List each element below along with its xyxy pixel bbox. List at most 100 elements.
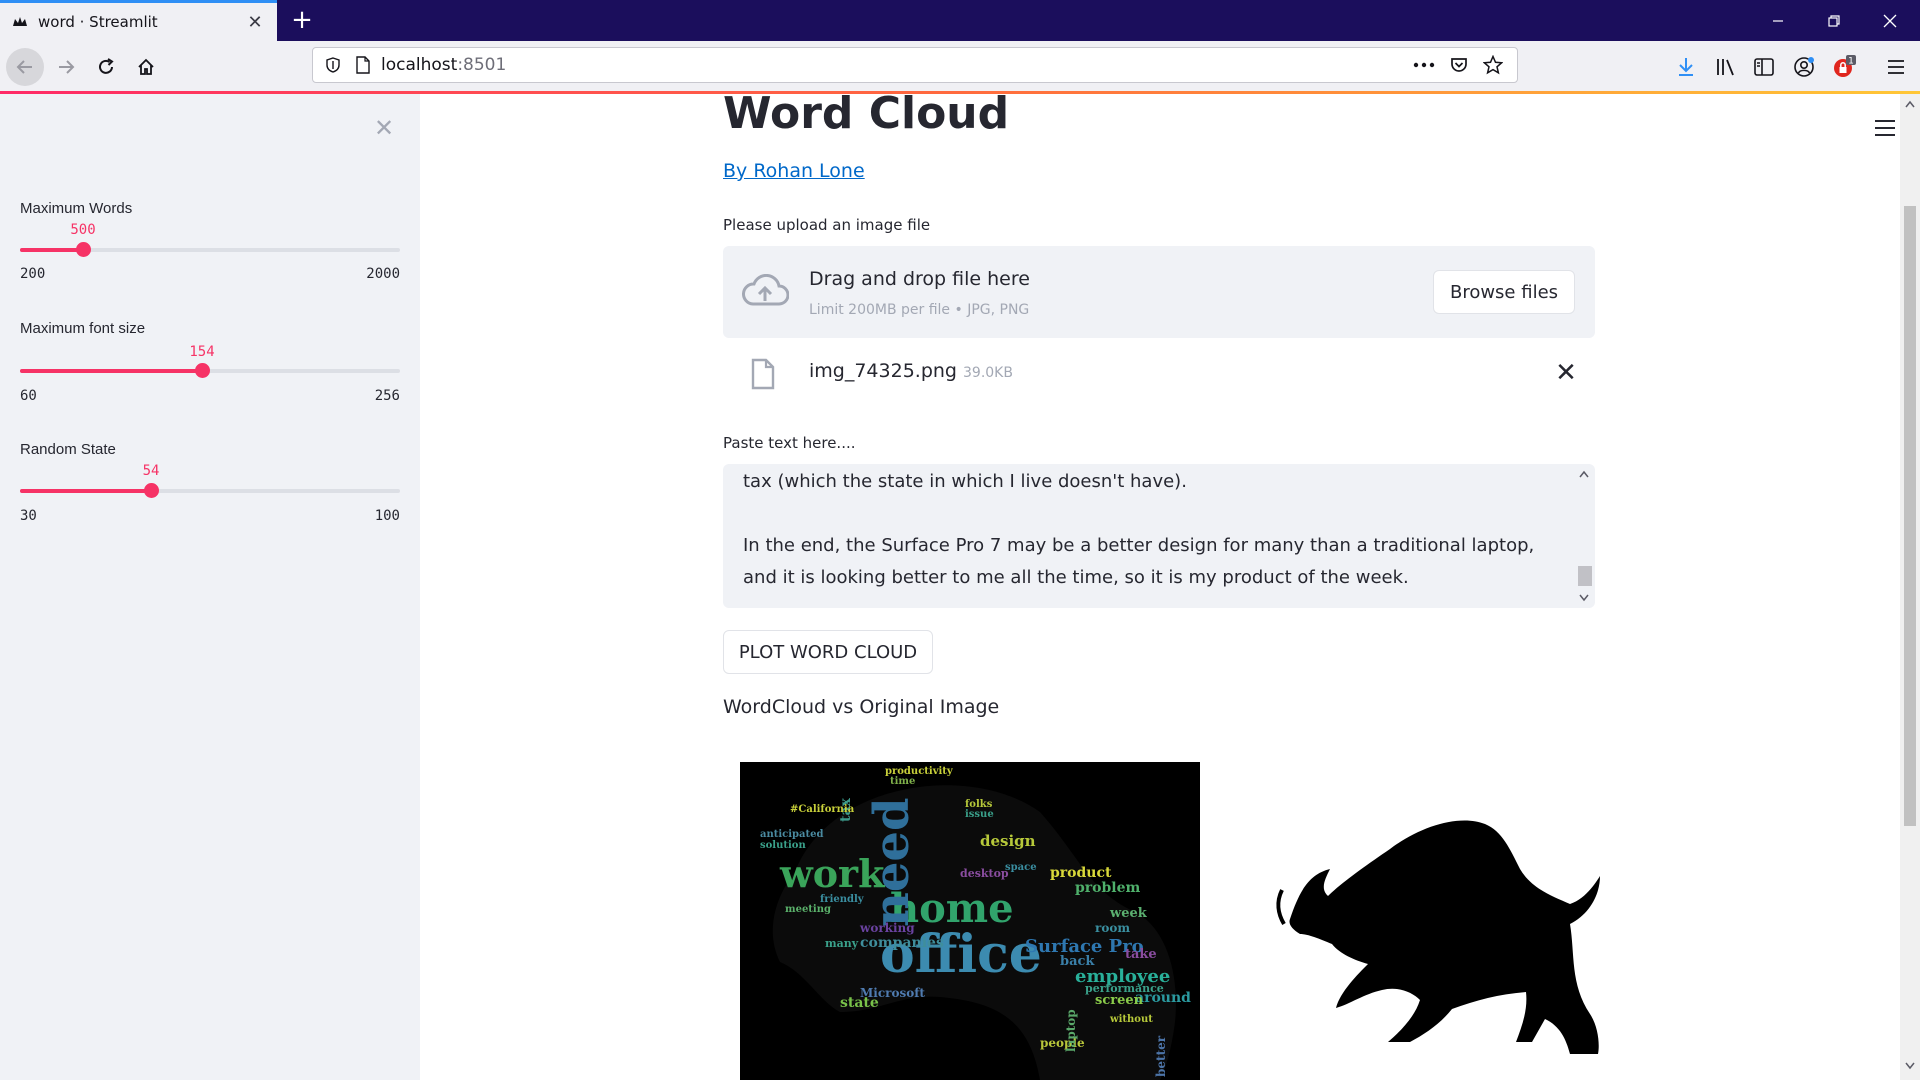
plot-word-cloud-button[interactable]: PLOT WORD CLOUD (723, 630, 933, 674)
cloud-word: friendly (820, 894, 865, 905)
library-icon[interactable] (1708, 51, 1744, 83)
download-icon[interactable] (1668, 51, 1704, 83)
slider-min: 200 (20, 266, 46, 282)
cloud-word: Microsoft (860, 986, 925, 1000)
tab-title: word · Streamlit (38, 13, 158, 31)
tab-close-icon[interactable]: ✕ (245, 12, 265, 33)
cloud-word: without (1109, 1014, 1153, 1025)
new-tab-icon[interactable]: + (288, 6, 316, 34)
cloud-word: meeting (785, 904, 831, 915)
app-menu-icon[interactable] (1875, 120, 1895, 141)
slider-max: 256 (374, 388, 400, 404)
slider-current-value: 154 (189, 344, 215, 360)
cloud-word: product (1050, 865, 1112, 881)
original-image (1270, 804, 1610, 1064)
extension-badge-count: 1 (1848, 57, 1854, 67)
cloud-word: take (1125, 947, 1157, 962)
browse-files-button[interactable]: Browse files (1433, 270, 1575, 314)
app-sidebar: ✕ Maximum Words 500 200 2000 Maximum fon… (0, 94, 420, 1080)
cloud-word: better (1154, 1035, 1168, 1077)
textarea-scroll-thumb[interactable] (1578, 566, 1592, 586)
slider-label: Maximum Words (20, 200, 133, 217)
slider-random-state: Random State 54 30 100 (20, 441, 400, 524)
back-icon[interactable] (6, 48, 44, 86)
cloud-word: many (825, 937, 859, 950)
slider-current-value: 500 (70, 222, 96, 238)
slider-min: 30 (20, 508, 37, 524)
slider-track[interactable] (20, 489, 400, 493)
file-size: 39.0KB (963, 365, 1013, 381)
streamlit-crown-icon (13, 17, 27, 26)
url-bar[interactable]: localhost:8501 (312, 47, 1518, 83)
slider-max-font-size: Maximum font size 154 60 256 (20, 320, 400, 404)
textarea-scrollbar[interactable] (1573, 464, 1595, 608)
slider-label: Random State (20, 441, 116, 458)
cloud-word: laptop (1064, 1009, 1078, 1052)
browser-tab-bar: word · Streamlit ✕ + (0, 0, 1920, 41)
slider-fill (20, 248, 83, 252)
restore-icon[interactable] (1806, 0, 1862, 41)
window-close-icon[interactable] (1862, 0, 1918, 41)
author-link[interactable]: By Rohan Lone (723, 160, 865, 182)
cloud-word: room (1095, 921, 1130, 935)
page-icon (356, 56, 370, 74)
slider-max: 100 (374, 508, 400, 524)
reload-icon[interactable] (88, 51, 124, 83)
cloud-word: #California (790, 804, 855, 815)
textarea-value[interactable]: tax (which the state in which I live doe… (743, 466, 1555, 594)
slider-thumb[interactable] (144, 483, 159, 498)
cloud-word: anticipated (760, 829, 824, 840)
scroll-up-icon[interactable] (1579, 470, 1589, 478)
url-text: localhost:8501 (381, 55, 506, 75)
slider-thumb[interactable] (76, 242, 91, 257)
cloud-word: back (1060, 954, 1095, 969)
sidebar-close-icon[interactable]: ✕ (372, 116, 396, 140)
dropzone-subtitle: Limit 200MB per file • JPG, PNG (809, 302, 1030, 318)
page-scroll-up-icon[interactable] (1905, 100, 1915, 108)
dropzone-title: Drag and drop file here (809, 268, 1030, 290)
cloud-word: people (1040, 1036, 1085, 1050)
slider-thumb[interactable] (195, 363, 210, 378)
browser-tab[interactable]: word · Streamlit ✕ (0, 0, 277, 41)
file-name-text: img_74325.png (809, 360, 957, 382)
page-scroll-thumb[interactable] (1904, 206, 1916, 826)
wordcloud-image: office home work need Surface Pro employ… (740, 762, 1200, 1080)
forward-icon[interactable] (48, 51, 84, 83)
slider-max: 2000 (366, 266, 400, 282)
browser-nav-bar: localhost:8501 1 (0, 41, 1920, 91)
slider-fill (20, 489, 151, 493)
page-title: Word Cloud (723, 88, 1010, 139)
slider-min: 60 (20, 388, 37, 404)
browser-menu-icon[interactable] (1878, 51, 1914, 83)
app-main: Word Cloud By Rohan Lone Please upload a… (420, 88, 1900, 1080)
paste-text-label: Paste text here.... (723, 434, 856, 452)
shield-icon[interactable] (325, 57, 341, 73)
home-icon[interactable] (128, 51, 164, 83)
cloud-word: solution (760, 840, 806, 851)
page-scroll-down-icon[interactable] (1905, 1062, 1915, 1070)
bookmark-star-icon[interactable] (1483, 55, 1503, 75)
account-icon[interactable] (1786, 51, 1822, 83)
cloud-word: need (864, 797, 920, 927)
comparison-label: WordCloud vs Original Image (723, 696, 1000, 718)
text-input-area[interactable]: tax (which the state in which I live doe… (723, 464, 1595, 608)
cloud-word: issue (965, 809, 994, 820)
url-port: :8501 (457, 55, 507, 75)
slider-max-words: Maximum Words 500 200 2000 (20, 200, 400, 282)
pocket-icon[interactable] (1449, 55, 1469, 75)
file-dropzone[interactable]: Drag and drop file here Limit 200MB per … (723, 246, 1595, 338)
uploaded-file-name: img_74325.png 39.0KB (809, 360, 1013, 382)
scroll-down-icon[interactable] (1579, 594, 1589, 602)
slider-label: Maximum font size (20, 320, 146, 337)
file-icon (751, 358, 775, 390)
slider-track[interactable] (20, 369, 400, 373)
page-scrollbar[interactable] (1900, 94, 1920, 1080)
cloud-word: time (890, 776, 915, 787)
sidebar-toggle-icon[interactable] (1746, 51, 1782, 83)
more-actions-icon[interactable] (1413, 62, 1435, 68)
extension-lock-icon[interactable]: 1 (1826, 51, 1862, 83)
minimize-icon[interactable] (1750, 0, 1806, 41)
uploaded-file-row: img_74325.png 39.0KB ✕ (723, 350, 1595, 398)
remove-file-icon[interactable]: ✕ (1553, 360, 1579, 386)
cloud-word: problem (1075, 880, 1141, 896)
